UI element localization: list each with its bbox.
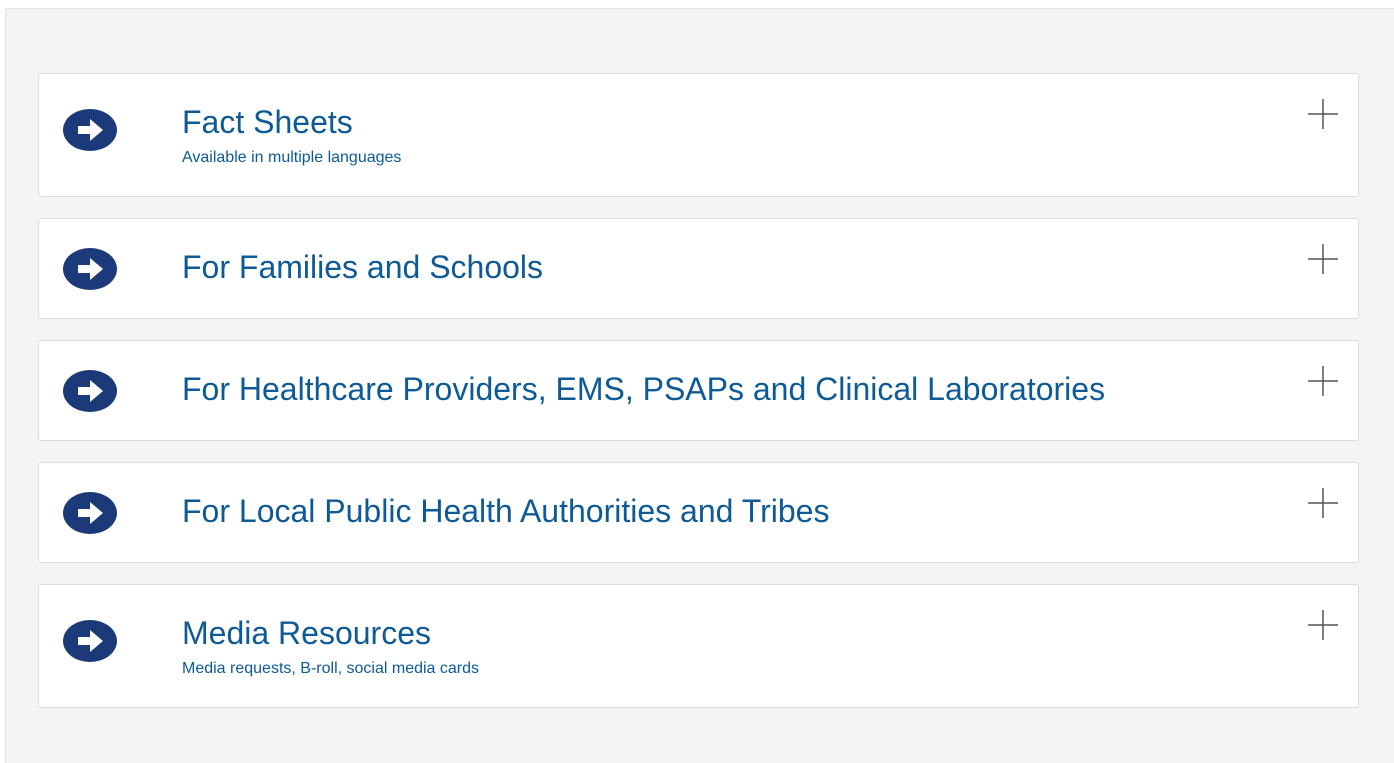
accordion-item-title: For Families and Schools <box>182 249 544 285</box>
accordion-item-subtitle: Available in multiple languages <box>182 149 402 166</box>
accordion-item-subtitle: Media requests, B-roll, social media car… <box>182 660 480 677</box>
arrow-circle-right-icon <box>62 109 118 151</box>
accordion-item-fact-sheets[interactable]: Fact Sheets Available in multiple langua… <box>38 73 1359 197</box>
accordion-item-title: For Local Public Health Authorities and … <box>182 493 830 529</box>
arrow-circle-right-icon <box>62 620 118 662</box>
accordion-item-title: For Healthcare Providers, EMS, PSAPs and… <box>182 371 1106 407</box>
arrow-circle-right-icon <box>62 492 118 534</box>
arrow-circle-right-icon <box>62 370 118 412</box>
plus-icon[interactable] <box>1306 97 1340 131</box>
plus-icon[interactable] <box>1306 364 1340 398</box>
accordion-item-media-resources[interactable]: Media Resources Media requests, B-roll, … <box>38 584 1359 708</box>
arrow-circle-right-icon <box>62 248 118 290</box>
accordion-item-healthcare-providers[interactable]: For Healthcare Providers, EMS, PSAPs and… <box>38 340 1359 441</box>
resources-panel: Fact Sheets Available in multiple langua… <box>5 8 1394 763</box>
accordion-item-title: Media Resources <box>182 615 431 651</box>
accordion-item-local-public-health[interactable]: For Local Public Health Authorities and … <box>38 462 1359 563</box>
accordion-item-families-schools[interactable]: For Families and Schools <box>38 218 1359 319</box>
plus-icon[interactable] <box>1306 608 1340 642</box>
plus-icon[interactable] <box>1306 486 1340 520</box>
resources-accordion: Fact Sheets Available in multiple langua… <box>38 73 1359 729</box>
accordion-item-title: Fact Sheets <box>182 104 353 140</box>
plus-icon[interactable] <box>1306 242 1340 276</box>
